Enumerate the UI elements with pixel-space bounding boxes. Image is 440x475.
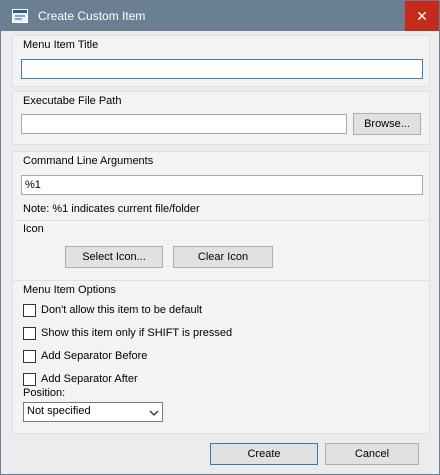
menu-item-options-label: Menu Item Options bbox=[23, 284, 116, 296]
chevron-down-icon bbox=[149, 408, 159, 416]
cancel-button-label: Cancel bbox=[354, 448, 390, 460]
checkbox[interactable] bbox=[23, 327, 36, 340]
create-button-label: Create bbox=[247, 448, 281, 460]
executable-path-input[interactable] bbox=[21, 114, 347, 134]
close-button[interactable]: ✕ bbox=[405, 1, 439, 31]
command-line-group: Command Line Arguments Note: %1 indicate… bbox=[12, 151, 430, 222]
create-button[interactable]: Create bbox=[210, 443, 318, 465]
menu-item-title-label: Menu Item Title bbox=[23, 39, 99, 51]
position-dropdown[interactable]: Not specified bbox=[23, 402, 163, 422]
select-icon-button[interactable]: Select Icon... bbox=[65, 246, 163, 268]
command-line-label: Command Line Arguments bbox=[23, 155, 154, 167]
window-icon bbox=[12, 9, 28, 23]
cancel-button[interactable]: Cancel bbox=[325, 443, 419, 465]
title-bar: Create Custom Item ✕ bbox=[1, 1, 439, 31]
menu-item-title-group: Menu Item Title bbox=[12, 35, 430, 87]
option-label: Don't allow this item to be default bbox=[41, 304, 203, 316]
checkbox[interactable] bbox=[23, 350, 36, 363]
option-label: Add Separator Before bbox=[41, 350, 148, 362]
menu-item-title-input[interactable] bbox=[21, 59, 423, 79]
command-line-input[interactable] bbox=[21, 175, 423, 195]
browse-button[interactable]: Browse... bbox=[353, 113, 421, 135]
option-label: Show this item only if SHIFT is pressed bbox=[41, 327, 233, 339]
command-line-note: Note: %1 indicates current file/folder bbox=[23, 203, 200, 215]
executable-path-group: Executabe File Path Browse... bbox=[12, 91, 430, 145]
window-title: Create Custom Item bbox=[38, 9, 146, 23]
icon-group-label: Icon bbox=[23, 223, 44, 235]
checkbox[interactable] bbox=[23, 304, 36, 317]
position-selected-value: Not specified bbox=[27, 405, 91, 417]
checkbox[interactable] bbox=[23, 373, 36, 386]
icon-group: Icon Select Icon... Clear Icon bbox=[12, 220, 430, 282]
executable-path-label: Executabe File Path bbox=[23, 95, 122, 107]
menu-item-options-group: Menu Item Options Don't allow this item … bbox=[12, 280, 430, 434]
close-icon: ✕ bbox=[416, 8, 428, 24]
position-label: Position: bbox=[23, 387, 66, 399]
option-label: Add Separator After bbox=[41, 373, 138, 385]
clear-icon-button[interactable]: Clear Icon bbox=[173, 246, 273, 268]
dialog-window: Create Custom Item ✕ Menu Item Title Exe… bbox=[0, 0, 440, 475]
